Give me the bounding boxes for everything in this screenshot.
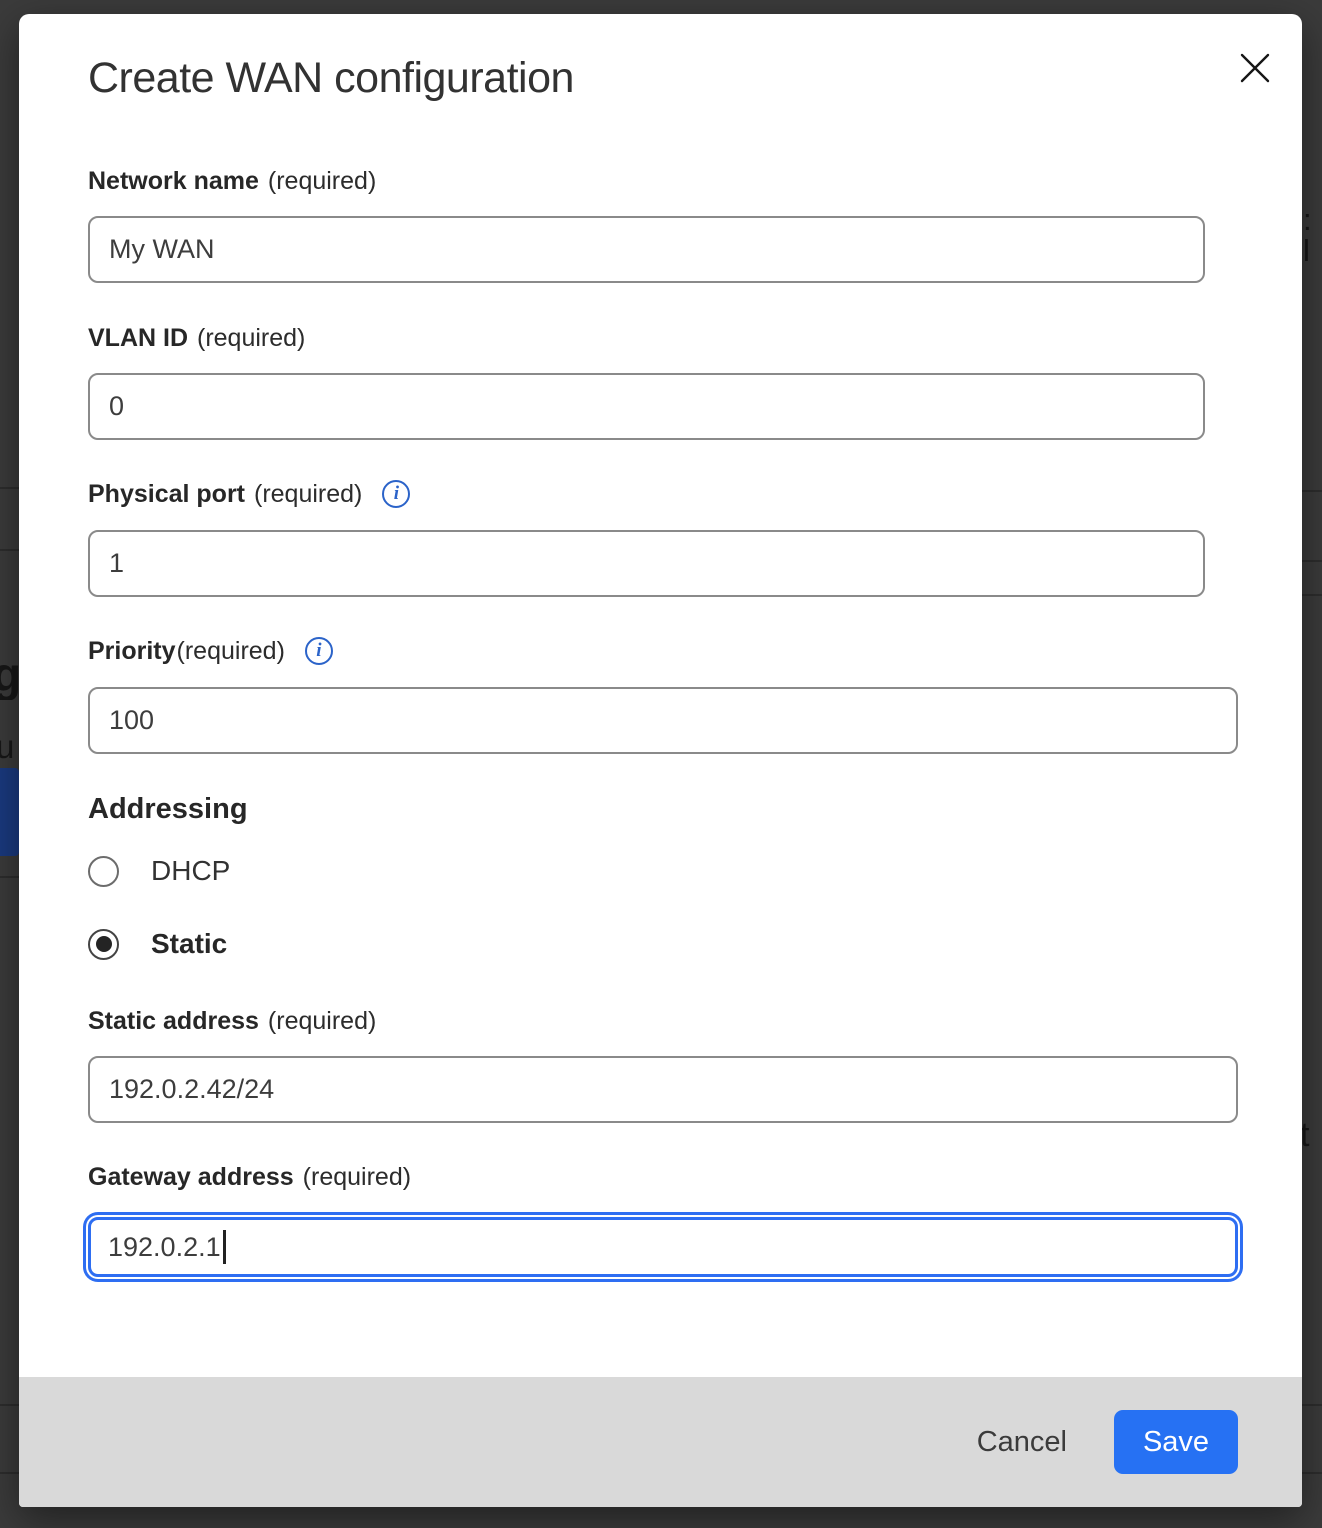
- background-table-line: [1302, 1404, 1322, 1406]
- cancel-button[interactable]: Cancel: [977, 1426, 1067, 1459]
- priority-label: Priority (required) i: [88, 636, 333, 666]
- addressing-option-static[interactable]: Static: [88, 928, 227, 960]
- input-value: 192.0.2.1: [108, 1232, 221, 1263]
- info-icon[interactable]: i: [305, 637, 333, 665]
- gateway-address-label: Gateway address (required): [88, 1162, 411, 1192]
- addressing-heading: Addressing: [88, 793, 248, 826]
- radio-button-unselected[interactable]: [88, 856, 119, 887]
- required-hint: (required): [197, 324, 305, 353]
- dialog-title: Create WAN configuration: [88, 54, 574, 103]
- static-address-input[interactable]: [88, 1056, 1238, 1123]
- radio-label: DHCP: [151, 855, 230, 887]
- background-table-line: [0, 549, 19, 551]
- network-name-label: Network name (required): [88, 166, 376, 196]
- radio-dot: [96, 936, 112, 952]
- text-cursor: [223, 1230, 226, 1264]
- required-hint: (required): [268, 167, 376, 196]
- background-text-fragment: : l: [1303, 204, 1322, 266]
- label-text: Gateway address: [88, 1163, 294, 1192]
- label-text: Priority: [88, 637, 176, 666]
- gateway-address-input[interactable]: 192.0.2.1: [88, 1217, 1238, 1277]
- physical-port-label: Physical port (required) i: [88, 479, 410, 509]
- required-hint: (required): [303, 1163, 411, 1192]
- background-table-line: [1302, 490, 1322, 492]
- vlan-id-label: VLAN ID (required): [88, 323, 305, 353]
- priority-input[interactable]: [88, 687, 1238, 754]
- label-text: Static address: [88, 1007, 259, 1036]
- close-icon: [1239, 52, 1271, 84]
- required-hint: (required): [177, 637, 285, 666]
- label-text: VLAN ID: [88, 324, 188, 353]
- static-address-label: Static address (required): [88, 1006, 376, 1036]
- vlan-id-input[interactable]: [88, 373, 1205, 440]
- physical-port-input[interactable]: [88, 530, 1205, 597]
- background-table-line: [0, 1404, 19, 1406]
- background-table-line: [0, 487, 19, 489]
- radio-label: Static: [151, 928, 227, 960]
- required-hint: (required): [254, 480, 362, 509]
- required-hint: (required): [268, 1007, 376, 1036]
- background-text-fragment: t: [1300, 1118, 1322, 1152]
- save-button[interactable]: Save: [1114, 1410, 1238, 1474]
- create-wan-configuration-dialog: Create WAN configuration Network name (r…: [19, 14, 1302, 1507]
- close-button[interactable]: [1235, 48, 1275, 88]
- network-name-input[interactable]: [88, 216, 1205, 283]
- info-icon[interactable]: i: [382, 480, 410, 508]
- background-text-fragment: g: [0, 652, 19, 700]
- background-table-line: [1302, 1472, 1322, 1474]
- label-text: Network name: [88, 167, 259, 196]
- label-text: Physical port: [88, 480, 245, 509]
- background-table-line: [0, 876, 19, 878]
- radio-button-selected[interactable]: [88, 929, 119, 960]
- background-button-fragment: [0, 768, 19, 856]
- background-table-line: [1302, 560, 1322, 562]
- dialog-footer: Cancel Save: [19, 1377, 1302, 1507]
- background-table-line: [0, 1472, 19, 1474]
- addressing-option-dhcp[interactable]: DHCP: [88, 855, 230, 887]
- background-table-line: [1302, 594, 1322, 596]
- background-text-fragment: u: [0, 730, 19, 763]
